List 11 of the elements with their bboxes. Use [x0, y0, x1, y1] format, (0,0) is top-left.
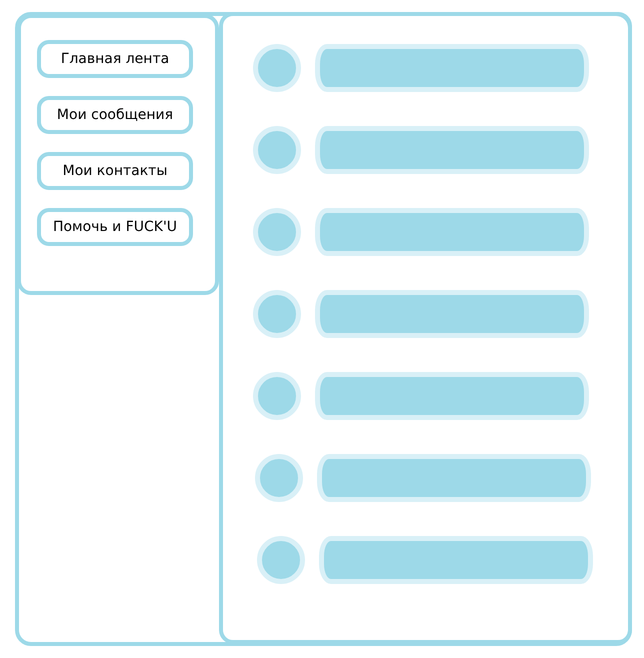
nav-button[interactable]: Помочь и FUCK'U — [37, 208, 193, 246]
avatar-placeholder — [253, 44, 301, 92]
avatar-placeholder — [253, 372, 301, 420]
avatar-placeholder — [253, 290, 301, 338]
avatar-placeholder — [253, 208, 301, 256]
avatar-placeholder — [257, 536, 305, 584]
avatar-placeholder — [253, 126, 301, 174]
nav-button[interactable]: Мои контакты — [37, 152, 193, 190]
nav-button[interactable]: Главная лента — [37, 40, 193, 78]
nav-button[interactable]: Мои сообщения — [37, 96, 193, 134]
avatar-placeholder — [255, 454, 303, 502]
